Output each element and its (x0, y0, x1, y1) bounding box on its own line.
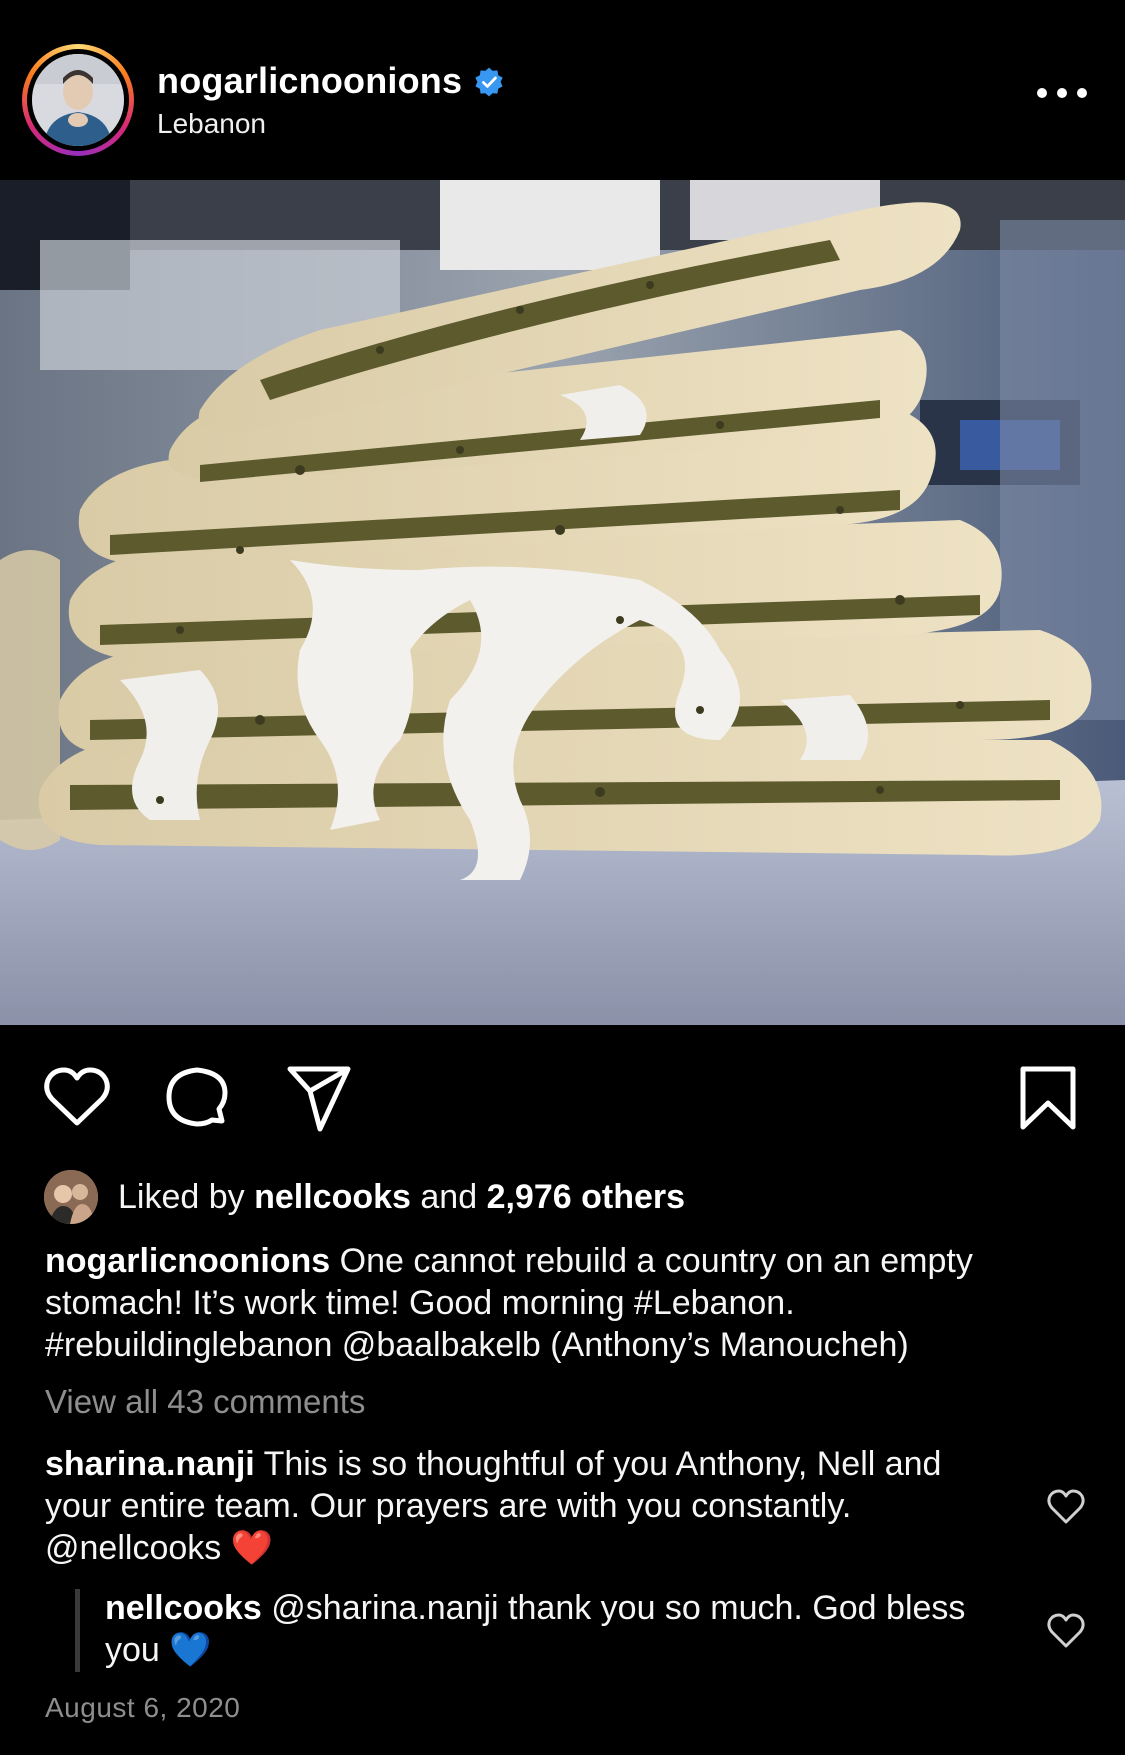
red-heart-emoji: ❤️ (230, 1528, 274, 1568)
profile-avatar[interactable] (22, 44, 134, 156)
share-icon[interactable] (284, 1063, 354, 1133)
post-date: August 6, 2020 (45, 1692, 241, 1723)
likes-count[interactable]: 2,976 others (487, 1178, 685, 1216)
likes-text: Liked by nellcooks and 2,976 others (118, 1178, 685, 1217)
caption-username[interactable]: nogarlicnoonions (45, 1242, 330, 1280)
more-icon[interactable] (1034, 80, 1090, 108)
likes-liker[interactable]: nellcooks (254, 1178, 411, 1216)
post-caption: nogarlicnoonions One cannot rebuild a co… (45, 1240, 1090, 1366)
likes-prefix: Liked by (118, 1178, 245, 1216)
view-all-comments-link[interactable]: View all 43 comments (45, 1383, 365, 1421)
liker-avatar (44, 1170, 98, 1224)
comment-like-heart-icon[interactable] (1046, 1487, 1086, 1527)
likes-joiner: and (420, 1178, 478, 1216)
post-location[interactable]: Lebanon (157, 108, 266, 140)
comment-icon[interactable] (162, 1063, 232, 1133)
comment-username[interactable]: sharina.nanji (45, 1445, 255, 1483)
bookmark-icon[interactable] (1013, 1063, 1083, 1133)
post-header: nogarlicnoonions Lebanon (0, 0, 1125, 180)
reply-like-heart-icon[interactable] (1046, 1611, 1086, 1651)
post-username[interactable]: nogarlicnoonions (157, 60, 462, 102)
blue-heart-emoji: 💙 (169, 1630, 212, 1670)
verified-icon (475, 67, 503, 97)
likes-summary[interactable]: Liked by nellcooks and 2,976 others (44, 1170, 1084, 1224)
post-image[interactable] (0, 180, 1125, 1025)
reply-item: nellcooks @sharina.nanji thank you so mu… (105, 1587, 1005, 1671)
action-bar (0, 1025, 1125, 1155)
comment-item: sharina.nanji This is so thoughtful of y… (45, 1443, 1005, 1569)
reply-username[interactable]: nellcooks (105, 1589, 262, 1627)
reply-thread-line (75, 1589, 80, 1672)
heart-icon[interactable] (42, 1063, 112, 1133)
